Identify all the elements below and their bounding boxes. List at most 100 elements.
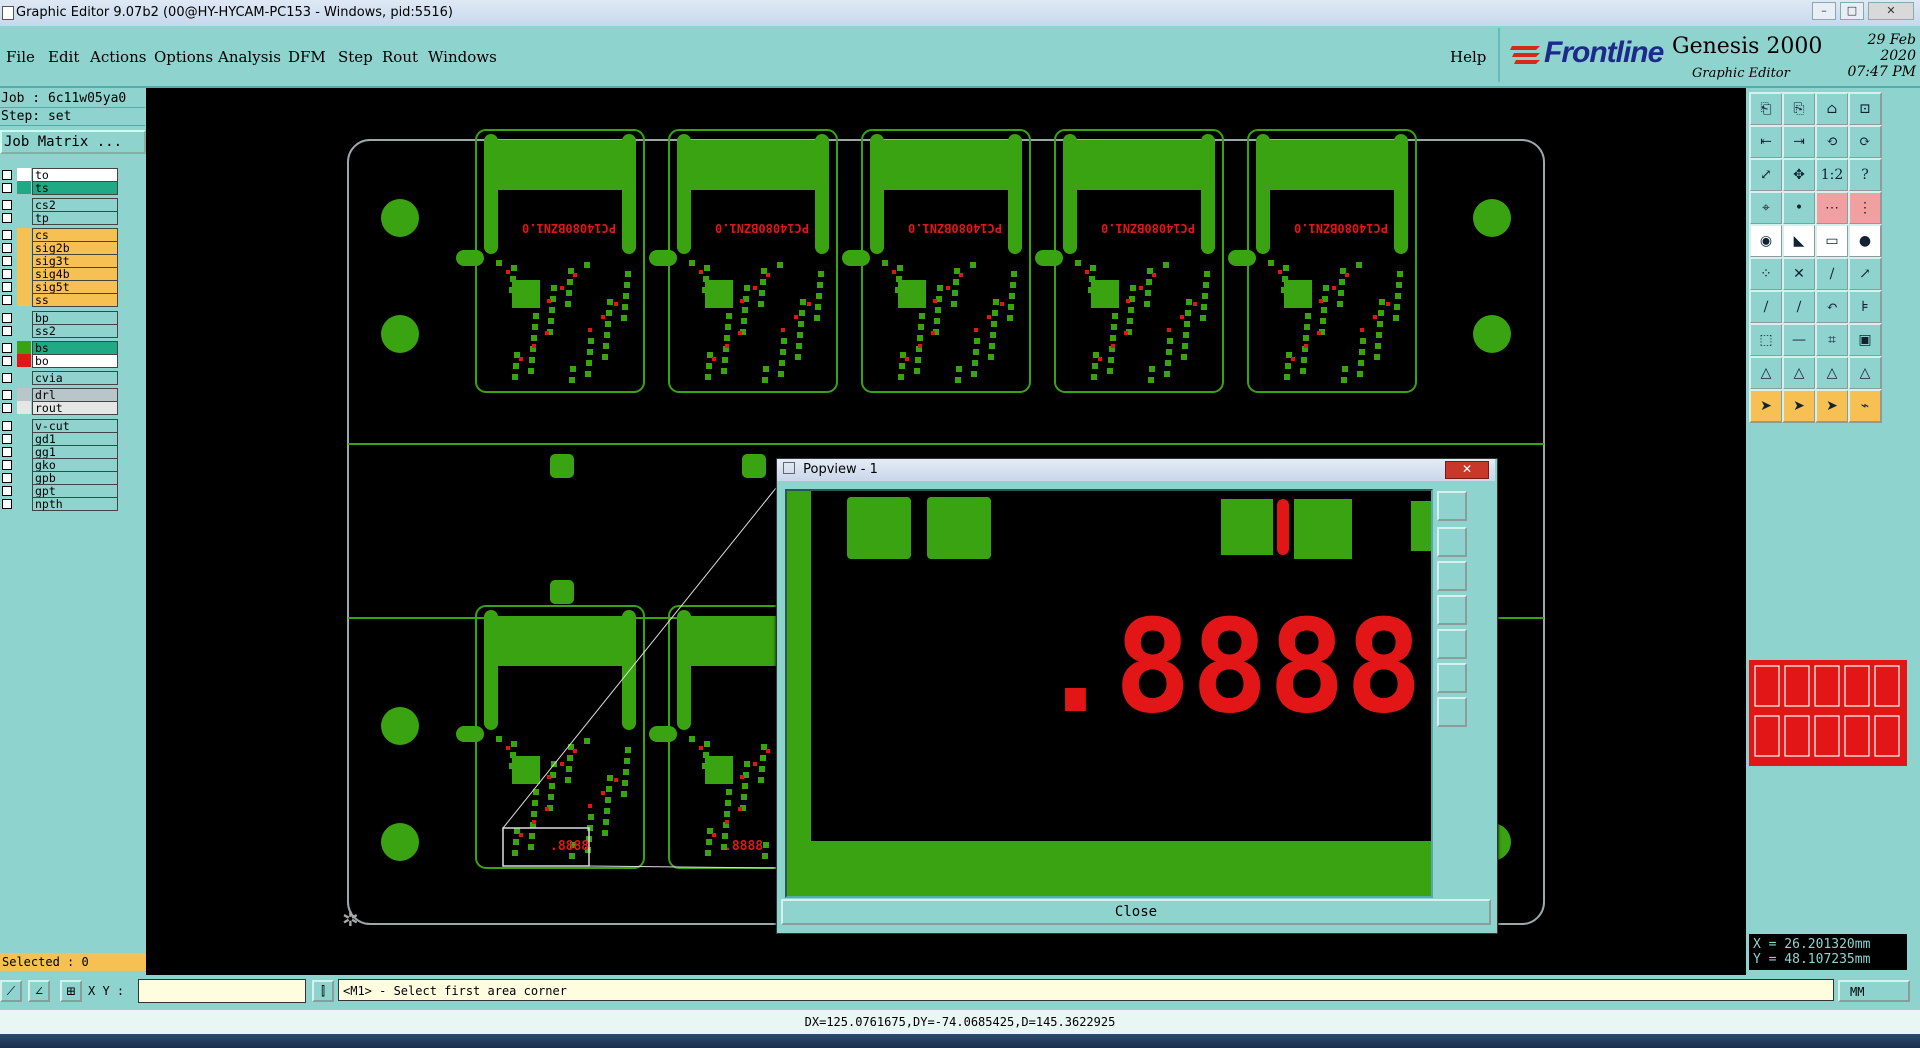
menu-actions[interactable]: Actions xyxy=(90,48,146,66)
layer-row-bp[interactable]: bp xyxy=(0,311,118,325)
tool-button-27-icon[interactable]: ↶ xyxy=(1815,290,1849,324)
menu-dfm[interactable]: DFM xyxy=(288,48,326,66)
layer-name[interactable]: gpb xyxy=(32,471,118,485)
layer-checkbox[interactable] xyxy=(2,269,12,279)
layer-name[interactable]: npth xyxy=(32,497,118,511)
popview-tool-4-icon[interactable] xyxy=(1437,595,1467,625)
layer-checkbox[interactable] xyxy=(2,243,12,253)
tool-button-38-icon[interactable]: ➤ xyxy=(1782,389,1816,423)
layer-row-cvia[interactable]: cvia xyxy=(0,371,118,385)
menu-options[interactable]: Options xyxy=(154,48,213,66)
popview-close-button[interactable]: Close xyxy=(781,899,1491,925)
tool-button-21-icon[interactable]: ⁘ xyxy=(1749,257,1783,291)
tool-button-8-icon[interactable]: ⟳ xyxy=(1848,125,1882,159)
layer-checkbox[interactable] xyxy=(2,256,12,266)
tool-button-23-icon[interactable]: ∕ xyxy=(1815,257,1849,291)
layer-checkbox[interactable] xyxy=(2,183,12,193)
tool-button-15-icon[interactable]: ⋯ xyxy=(1815,191,1849,225)
layer-checkbox[interactable] xyxy=(2,421,12,431)
layer-row-to[interactable]: to xyxy=(0,168,118,182)
layer-name[interactable]: bp xyxy=(32,311,118,325)
layer-row-rout[interactable]: rout xyxy=(0,401,118,415)
layer-checkbox[interactable] xyxy=(2,295,12,305)
layer-row-gko[interactable]: gko xyxy=(0,458,118,472)
layer-row-v-cut[interactable]: v-cut xyxy=(0,419,118,433)
layer-row-gd1[interactable]: gd1 xyxy=(0,432,118,446)
layer-row-sig3t[interactable]: sig3t xyxy=(0,254,118,268)
layer-row-ts[interactable]: ts xyxy=(0,181,118,195)
layer-checkbox[interactable] xyxy=(2,373,12,383)
layer-checkbox[interactable] xyxy=(2,170,12,180)
overview-map[interactable] xyxy=(1749,660,1907,766)
layer-row-tp[interactable]: tp xyxy=(0,211,118,225)
layer-name[interactable]: ss2 xyxy=(32,324,118,338)
layer-checkbox[interactable] xyxy=(2,403,12,413)
layer-checkbox[interactable] xyxy=(2,390,12,400)
layer-name[interactable]: cs2 xyxy=(32,198,118,212)
menu-windows[interactable]: Windows xyxy=(428,48,497,66)
layer-checkbox[interactable] xyxy=(2,282,12,292)
menu-help[interactable]: Help xyxy=(1450,48,1486,66)
tool-button-3-icon[interactable]: ⌂ xyxy=(1815,92,1849,126)
tool-button-7-icon[interactable]: ⟲ xyxy=(1815,125,1849,159)
tool-button-20-icon[interactable]: ● xyxy=(1848,224,1882,258)
layer-name[interactable]: sig2b xyxy=(32,241,118,255)
popview-tool-5-icon[interactable] xyxy=(1437,629,1467,659)
minimize-icon[interactable]: – xyxy=(1812,2,1836,20)
tool-button-31-icon[interactable]: ⌗ xyxy=(1815,323,1849,357)
layer-name[interactable]: ss xyxy=(32,293,118,307)
tool-button-2-icon[interactable]: ⎘ xyxy=(1782,92,1816,126)
layer-row-gpb[interactable]: gpb xyxy=(0,471,118,485)
tool-button-26-icon[interactable]: ∕ xyxy=(1782,290,1816,324)
layer-checkbox[interactable] xyxy=(2,313,12,323)
popview-canvas[interactable]: .8888 xyxy=(785,489,1433,898)
tool-button-29-icon[interactable]: ⬚ xyxy=(1749,323,1783,357)
layer-name[interactable]: gg1 xyxy=(32,445,118,459)
layer-row-ss2[interactable]: ss2 xyxy=(0,324,118,338)
layer-row-gpt[interactable]: gpt xyxy=(0,484,118,498)
layer-row-npth[interactable]: npth xyxy=(0,497,118,511)
job-matrix-button[interactable]: Job Matrix ... xyxy=(0,130,146,154)
popview-close-icon[interactable]: ✕ xyxy=(1445,461,1489,479)
layer-checkbox[interactable] xyxy=(2,499,12,509)
layer-row-drl[interactable]: drl xyxy=(0,388,118,402)
popview-tool-6-icon[interactable] xyxy=(1437,663,1467,693)
layer-checkbox[interactable] xyxy=(2,473,12,483)
tool-button-22-icon[interactable]: ✕ xyxy=(1782,257,1816,291)
layer-row-gg1[interactable]: gg1 xyxy=(0,445,118,459)
layer-row-cs2[interactable]: cs2 xyxy=(0,198,118,212)
menu-file[interactable]: File xyxy=(6,48,35,66)
tool-button-10-icon[interactable]: ✥ xyxy=(1782,158,1816,192)
tool-button-40-icon[interactable]: ⌁ xyxy=(1848,389,1882,423)
layer-checkbox[interactable] xyxy=(2,230,12,240)
tool-button-19-icon[interactable]: ▭ xyxy=(1815,224,1849,258)
input-mode-icon[interactable]: ⫿ xyxy=(312,980,334,1002)
layer-checkbox[interactable] xyxy=(2,326,12,336)
layer-checkbox[interactable] xyxy=(2,447,12,457)
popview-tool-1-icon[interactable] xyxy=(1437,491,1467,521)
tool-button-11-icon[interactable]: 1:2 xyxy=(1815,158,1849,192)
menu-edit[interactable]: Edit xyxy=(48,48,79,66)
tool-button-36-icon[interactable]: △ xyxy=(1848,356,1882,390)
layer-name[interactable]: drl xyxy=(32,388,118,402)
tool-button-17-icon[interactable]: ◉ xyxy=(1749,224,1783,258)
tool-button-33-icon[interactable]: △ xyxy=(1749,356,1783,390)
layer-name[interactable]: sig3t xyxy=(32,254,118,268)
layer-name[interactable]: gko xyxy=(32,458,118,472)
close-window-icon[interactable]: ✕ xyxy=(1868,2,1914,20)
layer-checkbox[interactable] xyxy=(2,460,12,470)
layer-row-cs[interactable]: cs xyxy=(0,228,118,242)
angle-icon[interactable]: ∠ xyxy=(28,980,50,1002)
popview-drawing[interactable]: .8888 xyxy=(787,491,1431,896)
layer-name[interactable]: tp xyxy=(32,211,118,225)
tool-button-30-icon[interactable]: — xyxy=(1782,323,1816,357)
tool-button-37-icon[interactable]: ➤ xyxy=(1749,389,1783,423)
layer-row-bs[interactable]: bs xyxy=(0,341,118,355)
tool-button-18-icon[interactable]: ◣ xyxy=(1782,224,1816,258)
tool-button-4-icon[interactable]: ⊡ xyxy=(1848,92,1882,126)
layer-checkbox[interactable] xyxy=(2,343,12,353)
layer-checkbox[interactable] xyxy=(2,434,12,444)
layer-name[interactable]: to xyxy=(32,168,118,182)
layer-row-sig2b[interactable]: sig2b xyxy=(0,241,118,255)
tool-button-13-icon[interactable]: ⌖ xyxy=(1749,191,1783,225)
